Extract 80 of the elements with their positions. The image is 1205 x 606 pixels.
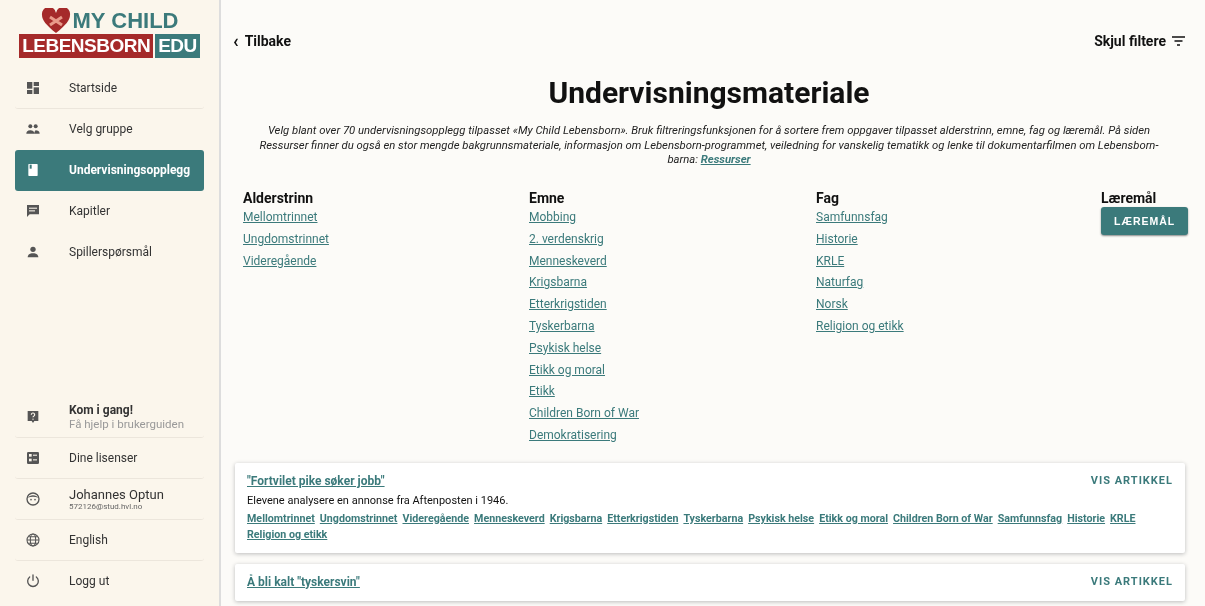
filter-link[interactable]: Etikk (529, 381, 555, 404)
filter-link[interactable]: KRLE (816, 250, 845, 273)
dashboard-icon (25, 80, 41, 96)
back-icon: ‹ (233, 30, 239, 51)
view-article-button[interactable]: VIS ARTIKKEL (1090, 575, 1173, 589)
filter-link[interactable]: Menneskeverd (529, 250, 607, 273)
sidebar-item[interactable]: Undervisningsopplegg (15, 150, 204, 191)
filter-link[interactable]: Mellomtrinnet (243, 207, 318, 229)
article-title[interactable]: "Fortvilet pike søker jobb" (247, 473, 385, 488)
learning-goals-button[interactable]: LÆREMÅL (1101, 207, 1189, 235)
item-subtitle: Få hjelp i brukerguiden (69, 417, 185, 431)
tag-link[interactable]: KRLE (1110, 511, 1136, 525)
tag-link[interactable]: Religion og etikk (247, 527, 328, 541)
sidebar-item[interactable]: Velg gruppe (15, 109, 204, 150)
filter-heading: Alderstrinn (243, 190, 314, 206)
filter-link[interactable]: Etterkrigstiden (529, 294, 607, 316)
filter-icon (1172, 35, 1185, 46)
tag-link[interactable]: Tyskerbarna (683, 511, 744, 525)
book-icon (25, 162, 41, 178)
item-label: Johannes Optun (69, 487, 164, 502)
hide-filters-button[interactable]: Skjul filtere (1094, 32, 1185, 49)
article-description: Elevene analysere en annonse fra Aftenposten i 1946. (247, 493, 510, 507)
group-icon (25, 121, 41, 137)
tag-link[interactable]: Psykisk helse (748, 511, 815, 525)
power-icon (25, 573, 41, 589)
filter-link[interactable]: Videregående (243, 250, 317, 273)
tag-link[interactable]: Krigsbarna (549, 511, 603, 525)
tag-link[interactable]: Ungdomstrinnet (319, 511, 398, 525)
filter-heading: Fag (816, 190, 839, 206)
back-link[interactable]: ‹ Tilbake (233, 30, 291, 51)
filter-heading: Læremål (1101, 190, 1157, 206)
filter-link[interactable]: Krigsbarna (529, 272, 587, 295)
filter-link[interactable]: Demokratisering (529, 425, 617, 447)
tag-link[interactable]: Etikk og moral (819, 511, 889, 525)
view-article-button[interactable]: VIS ARTIKKEL (1090, 474, 1173, 488)
item-subtitle: 572126@stud.hvl.no (69, 502, 143, 511)
tag-link[interactable]: Children Born of War (893, 511, 993, 525)
tag-link[interactable]: Mellomtrinnet (247, 511, 315, 525)
intro-paragraph: Velg blant over 70 undervisningsopplegg tilpasset «My Child Lebensborn». Bruk filtreringsfunksjonen for å sortere frem oppgaver tilpasset alderstrinn, emne, fag og læremål. På siden Ressurser finner du også en stor mengde bakgrunnsmateriale, informasjon om Lebensborn-programmet, veiledning for vanskelig tematikk og lenke til dokumentarfilmen om Lebensborn-barna: Ressurser (258, 124, 1160, 168)
sidebar-item[interactable]: Startside (15, 68, 204, 109)
tag-link[interactable]: Samfunnsfag (997, 511, 1063, 525)
filter-link[interactable]: Ungdomstrinnet (243, 228, 329, 251)
back-label: Tilbake (244, 32, 291, 49)
person-icon (25, 244, 41, 260)
list-icon (25, 450, 41, 466)
item-label: Kom i gang! (69, 403, 134, 417)
filter-link[interactable]: Religion og etikk (816, 316, 904, 338)
tag-link[interactable]: Menneskeverd (474, 511, 545, 525)
globe-icon (25, 532, 41, 548)
resources-link[interactable]: Ressurser (700, 153, 751, 167)
face-icon (25, 491, 41, 507)
filter-link[interactable]: Psykisk helse (529, 337, 602, 360)
page-title: Undervisningsmateriale (547, 75, 871, 110)
sidebar-item[interactable]: English (15, 520, 204, 561)
filter-link[interactable]: 2. verdenskrig (529, 228, 604, 251)
logo-badge: EDU (155, 34, 200, 58)
tag-link[interactable]: Historie (1067, 511, 1106, 525)
sidebar-item[interactable]: Kapitler (15, 191, 204, 232)
filter-link[interactable]: Mobbing (529, 207, 577, 229)
chat-icon (25, 203, 41, 219)
filter-link[interactable]: Tyskerbarna (529, 316, 595, 338)
filter-link[interactable]: Norsk (816, 294, 848, 316)
sidebar-item[interactable]: Johannes Optun 572126@stud.hvl.no (15, 479, 204, 520)
help-icon (25, 409, 41, 425)
heart-icon (40, 8, 71, 34)
sidebar-item[interactable]: Logg ut (15, 561, 204, 602)
filter-link[interactable]: Children Born of War (529, 403, 639, 425)
filter-link[interactable]: Etikk og moral (529, 359, 605, 382)
sidebar-item[interactable]: Kom i gang! Få hjelp i brukerguiden (15, 397, 204, 438)
logo-text: MY CHILD (72, 8, 179, 34)
filter-link[interactable]: Historie (816, 228, 858, 251)
hide-filters-label: Skjul filtere (1094, 32, 1166, 49)
tag-link[interactable]: Etterkrigstiden (607, 511, 679, 525)
sidebar-item[interactable]: Dine lisenser (15, 438, 204, 479)
filter-link[interactable]: Naturfag (816, 272, 864, 295)
tag-link[interactable]: Videregående (402, 511, 470, 525)
sidebar-item[interactable]: Spillerspørsmål (15, 232, 204, 273)
filter-heading: Emne (529, 190, 565, 206)
article-title[interactable]: Å bli kalt "tyskersvin" (247, 574, 360, 589)
filter-link[interactable]: Samfunnsfag (816, 207, 888, 229)
